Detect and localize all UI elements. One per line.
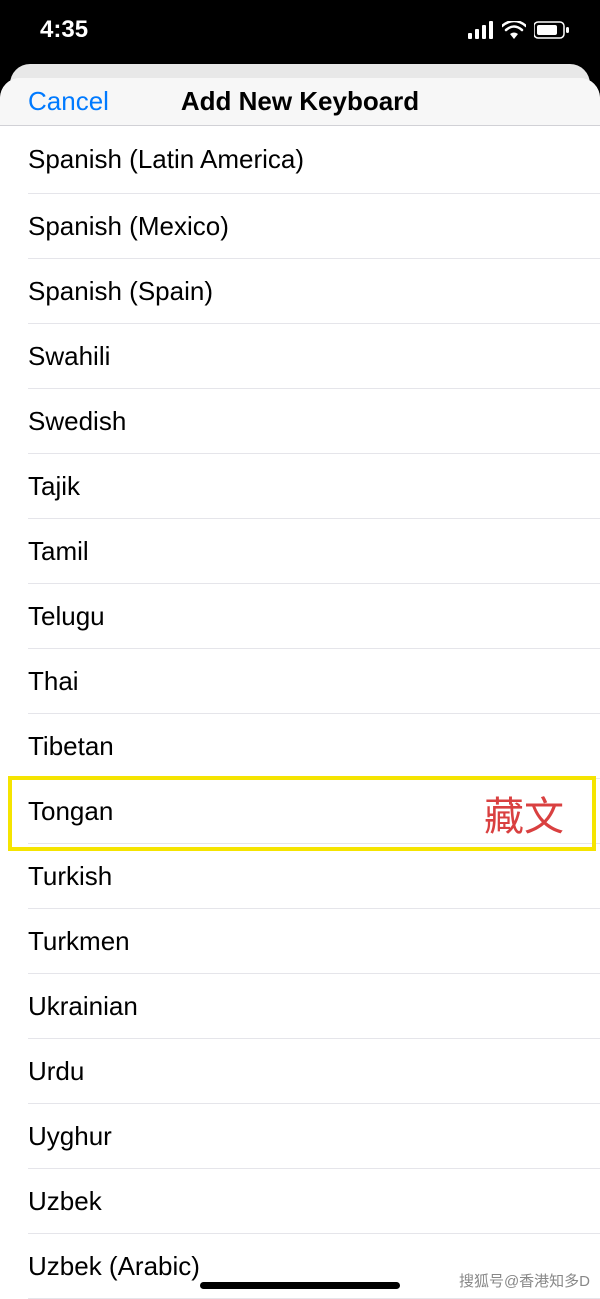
keyboard-label: Urdu bbox=[28, 1056, 84, 1087]
status-time: 4:35 bbox=[40, 16, 88, 44]
keyboard-label: Turkmen bbox=[28, 926, 130, 957]
status-bar: 4:35 bbox=[0, 0, 600, 60]
keyboard-label: Swahili bbox=[28, 341, 110, 372]
list-item[interactable]: Tajik bbox=[28, 454, 600, 519]
watermark: 搜狐号@香港知多D bbox=[459, 1270, 590, 1291]
list-item[interactable]: Turkish bbox=[28, 844, 600, 909]
list-item[interactable]: Swedish bbox=[28, 389, 600, 454]
list-item[interactable]: Ukrainian bbox=[28, 974, 600, 1039]
nav-bar: Cancel Add New Keyboard bbox=[0, 78, 600, 126]
keyboard-label: Swedish bbox=[28, 406, 126, 437]
keyboard-label: Spanish (Mexico) bbox=[28, 211, 229, 242]
keyboard-label: Turkish bbox=[28, 861, 112, 892]
keyboard-label: Spanish (Spain) bbox=[28, 276, 213, 307]
list-item[interactable]: Telugu bbox=[28, 584, 600, 649]
keyboard-label: Tajik bbox=[28, 471, 80, 502]
list-item[interactable]: Uyghur bbox=[28, 1104, 600, 1169]
keyboard-label: Telugu bbox=[28, 601, 105, 632]
list-item[interactable]: Spanish (Mexico) bbox=[28, 194, 600, 259]
list-item[interactable]: Urdu bbox=[28, 1039, 600, 1104]
add-keyboard-modal: Cancel Add New Keyboard Spanish (Latin A… bbox=[0, 78, 600, 1299]
list-item[interactable]: Spanish (Latin America) bbox=[28, 126, 600, 194]
status-icons bbox=[468, 21, 570, 39]
list-item[interactable]: Uzbek bbox=[28, 1169, 600, 1234]
battery-icon bbox=[534, 21, 570, 39]
list-item[interactable]: Turkmen bbox=[28, 909, 600, 974]
home-indicator[interactable] bbox=[200, 1282, 400, 1289]
keyboard-label: Uzbek bbox=[28, 1186, 102, 1217]
list-item[interactable]: Spanish (Spain) bbox=[28, 259, 600, 324]
keyboard-label: Ukrainian bbox=[28, 991, 138, 1022]
keyboard-label: Tongan bbox=[28, 796, 113, 827]
list-item[interactable]: Swahili bbox=[28, 324, 600, 389]
cellular-icon bbox=[468, 21, 494, 39]
keyboard-label: Thai bbox=[28, 666, 79, 697]
list-item[interactable]: Tongan bbox=[28, 779, 600, 844]
list-item[interactable]: Thai bbox=[28, 649, 600, 714]
keyboard-list[interactable]: Spanish (Latin America) Spanish (Mexico)… bbox=[0, 126, 600, 1299]
wifi-icon bbox=[502, 21, 526, 39]
keyboard-label: Uyghur bbox=[28, 1121, 112, 1152]
cancel-button[interactable]: Cancel bbox=[28, 86, 109, 117]
keyboard-label: Tibetan bbox=[28, 731, 114, 762]
list-item[interactable]: Tamil bbox=[28, 519, 600, 584]
keyboard-label: Spanish (Latin America) bbox=[28, 144, 304, 175]
keyboard-label: Uzbek (Arabic) bbox=[28, 1251, 200, 1282]
keyboard-label: Tamil bbox=[28, 536, 89, 567]
list-item[interactable]: Tibetan bbox=[28, 714, 600, 779]
